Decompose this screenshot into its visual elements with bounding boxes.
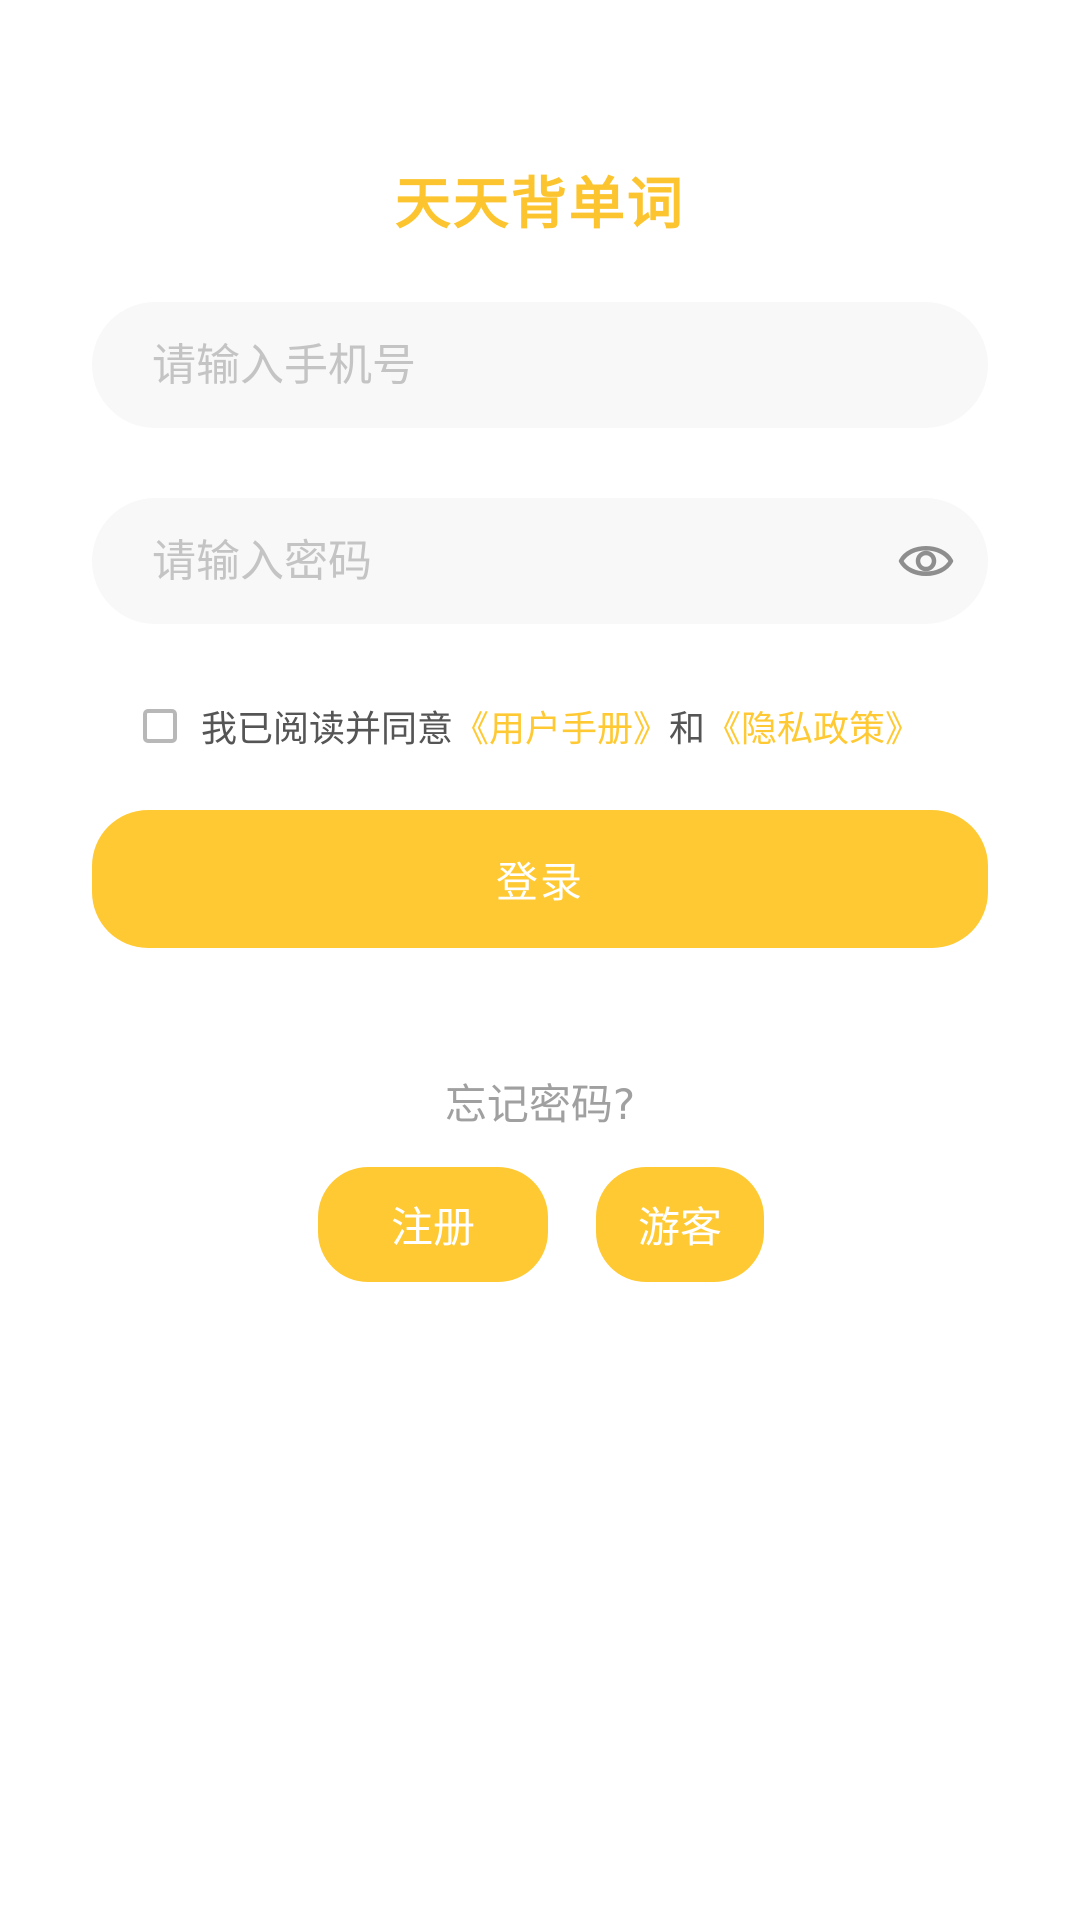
user-manual-link[interactable]: 《用户手册》 — [453, 700, 669, 752]
phone-field[interactable] — [92, 302, 988, 428]
app-title: 天天背单词 — [395, 172, 685, 237]
forgot-password-row: 忘记密码? — [0, 1075, 1080, 1135]
agreement-text: 我已阅读并同意 — [201, 709, 454, 750]
guest-button[interactable]: 游客 — [596, 1167, 764, 1282]
register-button[interactable]: 注册 — [318, 1167, 548, 1282]
privacy-policy-link[interactable]: 《隐私政策》 — [705, 700, 921, 752]
agreement-checkbox[interactable] — [143, 709, 177, 743]
eye-icon[interactable] — [898, 536, 954, 586]
agreement-conjunction: 和 — [669, 709, 706, 750]
login-button[interactable]: 登录 — [92, 810, 988, 948]
password-field[interactable] — [92, 498, 988, 624]
agreement-row: 我已阅读并同意 《用户手册》 和 《隐私政策》 — [143, 700, 921, 752]
phone-input[interactable] — [152, 302, 892, 428]
forgot-password-link[interactable]: 忘记密码? — [445, 1080, 635, 1129]
password-input[interactable] — [152, 498, 892, 624]
